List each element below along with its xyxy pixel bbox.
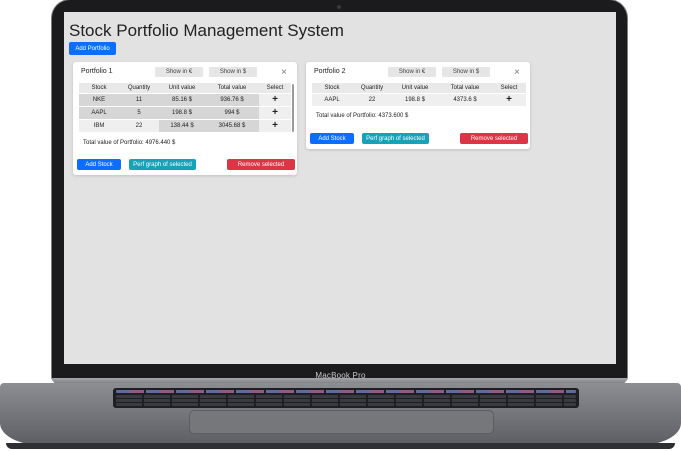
keyboard-row xyxy=(116,390,576,393)
column-header: Quantity xyxy=(352,83,392,94)
laptop-frame: Stock Portfolio Management System Add Po… xyxy=(0,0,681,451)
unit-value-cell: 138.44 $ xyxy=(159,119,205,132)
unit-value-cell: 85.16 $ xyxy=(159,93,205,107)
column-header: Unit value xyxy=(392,83,438,94)
total-value-cell: 994 $ xyxy=(205,106,259,120)
unit-value-cell: 198.8 $ xyxy=(159,106,205,120)
quantity-cell: 5 xyxy=(119,106,159,120)
table-row: AAPL 22 198.8 $ 4373.6 $ + xyxy=(312,93,526,106)
quantity-cell: 11 xyxy=(119,93,159,107)
column-header: Stock xyxy=(312,83,352,94)
add-stock-button[interactable]: Add Stock xyxy=(77,159,121,170)
portfolio-total: Total value of Portfolio: 4373.600 $ xyxy=(316,113,409,119)
stock-cell: NKE xyxy=(79,93,119,107)
keyboard-row xyxy=(116,399,576,402)
table-row: IBM 22 138.44 $ 3045.68 $ + xyxy=(79,119,291,132)
stock-table: Stock Quantity Unit value Total value Se… xyxy=(79,83,291,132)
table-row: NKE 11 85.16 $ 936.76 $ + xyxy=(79,93,291,107)
quantity-cell: 22 xyxy=(119,119,159,132)
column-header: Total value xyxy=(205,83,259,94)
select-plus-icon[interactable]: + xyxy=(506,94,512,105)
column-header: Total value xyxy=(438,83,492,94)
total-value-cell: 4373.6 $ xyxy=(438,93,492,106)
stock-cell: AAPL xyxy=(312,93,352,106)
show-in-eur-button[interactable]: Show in € xyxy=(155,67,203,77)
remove-selected-button[interactable]: Remove selected xyxy=(460,133,528,144)
add-stock-button[interactable]: Add Stock xyxy=(310,133,354,144)
unit-value-cell: 198.8 $ xyxy=(392,93,438,106)
portfolio-total: Total value of Portfolio: 4976.440 $ xyxy=(83,140,176,146)
remove-selected-button[interactable]: Remove selected xyxy=(227,159,295,170)
keyboard-row xyxy=(116,403,576,406)
quantity-cell: 22 xyxy=(352,93,392,106)
column-header: Select xyxy=(492,83,526,94)
stock-cell: IBM xyxy=(79,119,119,132)
column-header: Unit value xyxy=(159,83,205,94)
select-plus-icon[interactable]: + xyxy=(272,107,278,118)
stock-table: Stock Quantity Unit value Total value Se… xyxy=(312,83,526,106)
select-plus-icon[interactable]: + xyxy=(272,94,278,105)
show-in-eur-button[interactable]: Show in € xyxy=(388,67,436,77)
laptop-foot xyxy=(6,443,675,449)
select-plus-icon[interactable]: + xyxy=(272,120,278,131)
stock-cell: AAPL xyxy=(79,106,119,120)
table-scrollbar[interactable] xyxy=(292,84,294,132)
show-in-usd-button[interactable]: Show in $ xyxy=(209,67,257,77)
total-value-cell: 936.76 $ xyxy=(205,93,259,107)
keyboard-row xyxy=(116,395,576,398)
portfolio-card-1: Portfolio 1 Show in € Show in $ × Stock … xyxy=(73,62,297,175)
portfolio-title: Portfolio 2 xyxy=(314,68,346,75)
table-row: AAPL 5 198.8 $ 994 $ + xyxy=(79,106,291,120)
portfolio-title: Portfolio 1 xyxy=(81,68,113,75)
app-screen: Stock Portfolio Management System Add Po… xyxy=(64,12,616,364)
portfolio-card-2: Portfolio 2 Show in € Show in $ × Stock … xyxy=(306,62,530,149)
column-header: Quantity xyxy=(119,83,159,94)
show-in-usd-button[interactable]: Show in $ xyxy=(442,67,490,77)
column-header: Select xyxy=(259,83,291,94)
page-title: Stock Portfolio Management System xyxy=(69,21,344,40)
close-icon[interactable]: × xyxy=(281,67,287,78)
table-header-row: Stock Quantity Unit value Total value Se… xyxy=(312,83,526,94)
camera-icon xyxy=(337,5,341,9)
table-header-row: Stock Quantity Unit value Total value Se… xyxy=(79,83,291,94)
total-value-cell: 3045.68 $ xyxy=(205,119,259,132)
close-icon[interactable]: × xyxy=(514,67,520,78)
column-header: Stock xyxy=(79,83,119,94)
perf-graph-button[interactable]: Perf graph of selected xyxy=(129,159,196,170)
touchpad xyxy=(189,410,494,434)
perf-graph-button[interactable]: Perf graph of selected xyxy=(362,133,429,144)
add-portfolio-button[interactable]: Add Portfolio xyxy=(69,42,116,55)
